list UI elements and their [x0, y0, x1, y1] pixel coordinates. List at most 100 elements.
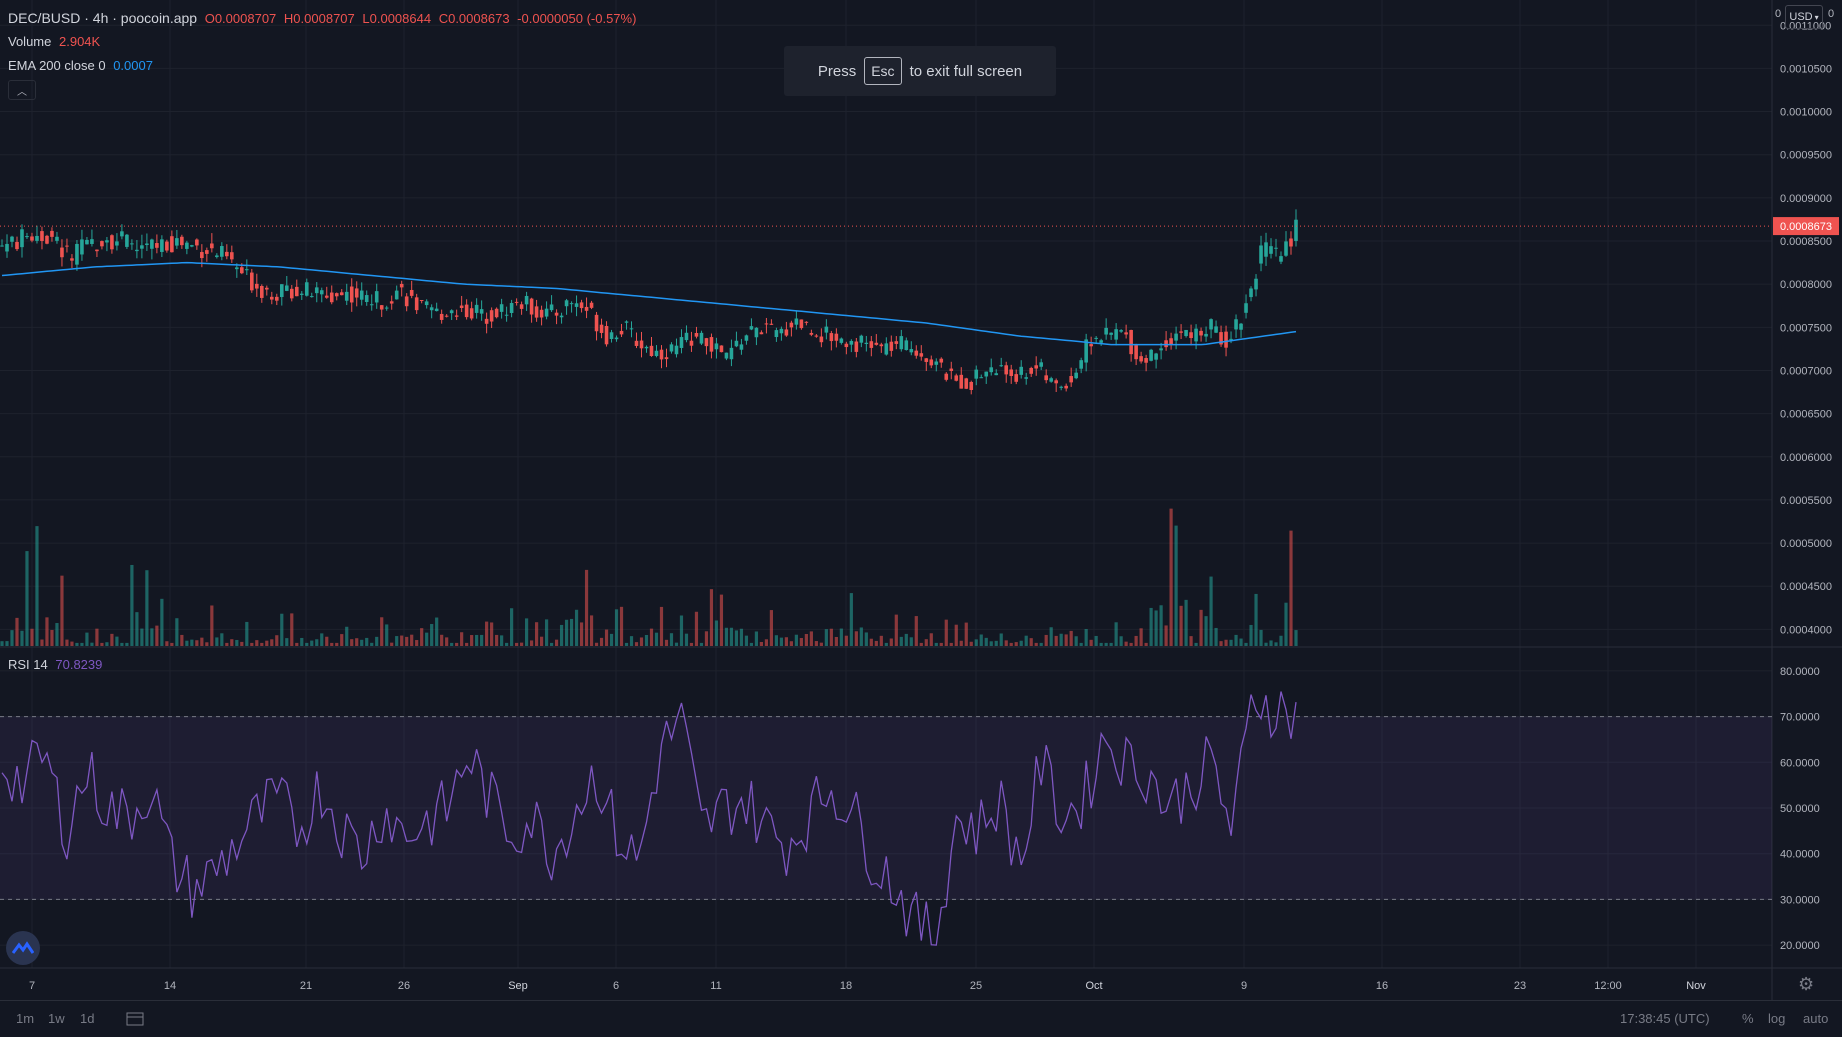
candle-body [574, 303, 579, 307]
candle-body [969, 381, 974, 390]
volume-bar [519, 642, 524, 646]
candle-body [1114, 329, 1118, 340]
volume-bar [1254, 593, 1258, 646]
candle-body [284, 285, 289, 291]
candle-body [709, 337, 714, 352]
auto-toggle[interactable]: auto [1803, 1011, 1828, 1026]
candle-body [929, 359, 934, 366]
candle-body [110, 235, 114, 250]
volume-bar [410, 634, 414, 646]
time-tick-label: 25 [970, 980, 982, 992]
candle-body [559, 315, 564, 318]
currency-select[interactable]: USD ▾ [1785, 5, 1823, 29]
volume-bar [894, 614, 898, 646]
candle-body [389, 301, 394, 304]
candle-body [70, 258, 74, 261]
candle-body [489, 310, 494, 322]
volume-bar [1029, 638, 1033, 646]
price-tick-label: 0.0004500 [1780, 581, 1832, 593]
tradingview-logo-icon[interactable] [6, 931, 40, 965]
ema-legend[interactable]: EMA 200 close 0 0.0007 [8, 58, 153, 73]
timeframe-1d[interactable]: 1d [80, 1011, 94, 1026]
volume-bar [0, 641, 4, 646]
volume-bar [1264, 642, 1268, 646]
volume-bar [679, 615, 684, 646]
volume-bar [360, 639, 364, 646]
candle-body [245, 269, 249, 271]
candle-body [145, 243, 149, 246]
candle-body [1029, 367, 1034, 374]
candle-body [1264, 242, 1268, 257]
candle-body [160, 239, 164, 252]
volume-bar [564, 619, 569, 646]
candle-body [5, 243, 9, 252]
candle-body [30, 236, 34, 241]
candle-body [834, 333, 839, 341]
candle-body [1234, 319, 1238, 330]
volume-bar [175, 618, 179, 646]
volume-bar [345, 626, 349, 646]
candle-body [524, 295, 529, 305]
candle-body [744, 335, 749, 341]
volume-bar [534, 622, 539, 646]
candle-body [799, 319, 804, 329]
volume-bar [1269, 640, 1273, 646]
volume-bar [145, 570, 149, 646]
volume-bar [370, 642, 374, 646]
clock-readout[interactable]: 17:38:45 (UTC) [1620, 1011, 1710, 1026]
volume-bar [1009, 642, 1013, 646]
volume-bar [280, 613, 284, 646]
candle-body [255, 283, 259, 289]
rsi-tick-label: 40.0000 [1780, 849, 1820, 861]
volume-bar [849, 593, 853, 646]
volume-bar [295, 642, 299, 646]
candle-body [804, 321, 809, 323]
candle-body [1124, 332, 1128, 335]
candle-body [40, 231, 44, 241]
volume-bar [240, 641, 244, 646]
volume-bar [994, 640, 998, 646]
volume-bar [974, 639, 978, 646]
volume-bar [609, 633, 614, 646]
volume-bar [1094, 635, 1098, 646]
volume-legend[interactable]: Volume 2.904K [8, 34, 100, 49]
candle-body [994, 373, 999, 376]
candle-body [914, 350, 919, 356]
chart-canvas[interactable]: 0.00110000.00105000.00100000.00095000.00… [0, 0, 1842, 1036]
percent-toggle[interactable]: % [1742, 1011, 1754, 1026]
candle-body [329, 292, 334, 303]
candle-body [250, 272, 254, 291]
candle-body [644, 346, 649, 349]
volume-label: Volume [8, 34, 52, 49]
timeframe-1w[interactable]: 1w [48, 1011, 65, 1026]
volume-bar [639, 637, 644, 646]
volume-bar [35, 526, 39, 646]
collapse-legend-button[interactable]: ︿ [8, 80, 36, 100]
volume-bar [1034, 642, 1038, 646]
fullscreen-toast: Press Esc to exit full screen [784, 46, 1056, 96]
candle-body [274, 296, 279, 301]
timeframe-1m[interactable]: 1m [16, 1011, 34, 1026]
candle-body [140, 245, 144, 249]
price-tick-label: 0.0009000 [1780, 193, 1832, 205]
change-value: -0.0000050 (-0.57%) [517, 11, 637, 26]
volume-bar [1159, 605, 1163, 646]
volume-bar [664, 639, 669, 646]
candle-body [324, 295, 329, 298]
candle-body [1019, 366, 1024, 375]
log-toggle[interactable]: log [1768, 1011, 1785, 1026]
volume-bar [1044, 634, 1048, 646]
volume-bar [814, 641, 818, 646]
calendar-range-icon[interactable] [126, 1011, 144, 1030]
rsi-legend[interactable]: RSI 14 70.8239 [8, 657, 102, 672]
volume-bar [490, 622, 494, 646]
candle-body [294, 286, 299, 297]
volume-bar [794, 634, 798, 646]
volume-bar [884, 642, 888, 646]
gear-icon[interactable]: ⚙ [1798, 974, 1814, 995]
volume-bar [105, 642, 109, 646]
candle-body [1049, 378, 1053, 382]
time-tick-label: 18 [840, 980, 852, 992]
candle-body [120, 231, 124, 237]
candle-body [589, 302, 594, 308]
